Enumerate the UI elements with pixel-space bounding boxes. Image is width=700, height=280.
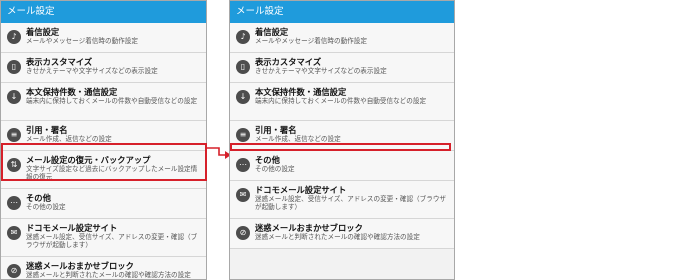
block-icon: ⊘ xyxy=(7,264,21,278)
item-sub: 迷惑メールと判断されたメールの確認や確認方法の設定 xyxy=(255,233,420,241)
item-sub: きせかえテーマや文字サイズなどの表示設定 xyxy=(255,67,387,75)
item-sub: メール作成、返信などの設定 xyxy=(255,135,341,143)
right-removed-highlight xyxy=(230,143,451,151)
item-title: ドコモメール設定サイト xyxy=(255,185,347,195)
left-item-display[interactable]: ▯ 表示カスタマイズ きせかえテーマや文字サイズなどの表示設定 xyxy=(1,53,206,83)
right-item-incoming[interactable]: ♪ 着信設定 メールやメッセージ着信時の動作設定 xyxy=(230,23,454,53)
download-icon: ↓ xyxy=(7,90,21,104)
right-header-title: メール設定 xyxy=(230,1,454,23)
left-backup-highlight xyxy=(1,143,207,181)
item-title: その他 xyxy=(26,193,51,203)
item-title: 表示カスタマイズ xyxy=(255,57,322,67)
left-header-title: メール設定 xyxy=(1,1,206,23)
left-item-incoming[interactable]: ♪ 着信設定 メールやメッセージ着信時の動作設定 xyxy=(1,23,206,53)
item-sub: その他の設定 xyxy=(255,165,295,173)
item-title: その他 xyxy=(255,155,280,165)
more-icon: ⋯ xyxy=(7,196,21,210)
mail-icon: ✉ xyxy=(236,188,250,202)
item-title: 引用・署名 xyxy=(255,125,297,135)
item-title: ドコモメール設定サイト xyxy=(26,223,118,233)
block-icon: ⊘ xyxy=(236,226,250,240)
item-sub: 端末内に保持しておくメールの件数や自動受信などの設定 xyxy=(255,97,427,105)
mail-icon: ✉ xyxy=(7,226,21,240)
item-sub: メールやメッセージ着信時の動作設定 xyxy=(255,37,367,45)
right-item-site[interactable]: ✉ ドコモメール設定サイト 迷惑メール設定、受信サイズ、アドレスの変更・確認（ブ… xyxy=(230,181,454,219)
right-item-display[interactable]: ▯ 表示カスタマイズ きせかえテーマや文字サイズなどの表示設定 xyxy=(230,53,454,83)
document-icon: ≡ xyxy=(236,128,250,142)
right-item-other[interactable]: ⋯ その他 その他の設定 xyxy=(230,151,454,181)
item-sub: 端末内に保持しておくメールの件数や自動受信などの設定 xyxy=(26,97,198,105)
item-title: 着信設定 xyxy=(26,27,60,37)
right-settings-screen: メール設定 ♪ 着信設定 メールやメッセージ着信時の動作設定 ▯ 表示カスタマイ… xyxy=(229,0,455,280)
item-sub: その他の設定 xyxy=(26,203,66,211)
item-title: 本文保持件数・通信設定 xyxy=(255,87,347,97)
right-item-block[interactable]: ⊘ 迷惑メールおまかせブロック 迷惑メールと判断されたメールの確認や確認方法の設… xyxy=(230,219,454,249)
item-title: 本文保持件数・通信設定 xyxy=(26,87,118,97)
item-sub: 迷惑メールと判断されたメールの確認や確認方法の設定 xyxy=(26,271,191,279)
music-note-icon: ♪ xyxy=(7,30,21,44)
item-title: 迷惑メールおまかせブロック xyxy=(255,223,363,233)
download-icon: ↓ xyxy=(236,90,250,104)
music-note-icon: ♪ xyxy=(236,30,250,44)
left-item-site[interactable]: ✉ ドコモメール設定サイト 迷惑メール設定、受信サイズ、アドレスの変更・確認（ブ… xyxy=(1,219,206,257)
document-icon: ≡ xyxy=(7,128,21,142)
left-item-storage[interactable]: ↓ 本文保持件数・通信設定 端末内に保持しておくメールの件数や自動受信などの設定 xyxy=(1,83,206,121)
left-settings-screen: メール設定 ♪ 着信設定 メールやメッセージ着信時の動作設定 ▯ 表示カスタマイ… xyxy=(0,0,207,280)
item-title: 引用・署名 xyxy=(26,125,68,135)
item-sub: メールやメッセージ着信時の動作設定 xyxy=(26,37,138,45)
more-icon: ⋯ xyxy=(236,158,250,172)
item-title: 着信設定 xyxy=(255,27,289,37)
item-title: 迷惑メールおまかせブロック xyxy=(26,261,134,271)
item-sub: 迷惑メール設定、受信サイズ、アドレスの変更・確認（ブラウザが起動します） xyxy=(255,195,447,211)
item-sub: メール作成、返信などの設定 xyxy=(26,135,112,143)
phone-icon: ▯ xyxy=(7,60,21,74)
left-item-block[interactable]: ⊘ 迷惑メールおまかせブロック 迷惑メールと判断されたメールの確認や確認方法の設… xyxy=(1,257,206,279)
left-item-other[interactable]: ⋯ その他 その他の設定 xyxy=(1,189,206,219)
item-sub: きせかえテーマや文字サイズなどの表示設定 xyxy=(26,67,158,75)
item-sub: 迷惑メール設定、受信サイズ、アドレスの変更・確認（ブラウザが起動します） xyxy=(26,233,198,249)
arrow-pointer xyxy=(207,147,231,159)
right-item-storage[interactable]: ↓ 本文保持件数・通信設定 端末内に保持しておくメールの件数や自動受信などの設定 xyxy=(230,83,454,121)
item-title: 表示カスタマイズ xyxy=(26,57,93,67)
phone-icon: ▯ xyxy=(236,60,250,74)
